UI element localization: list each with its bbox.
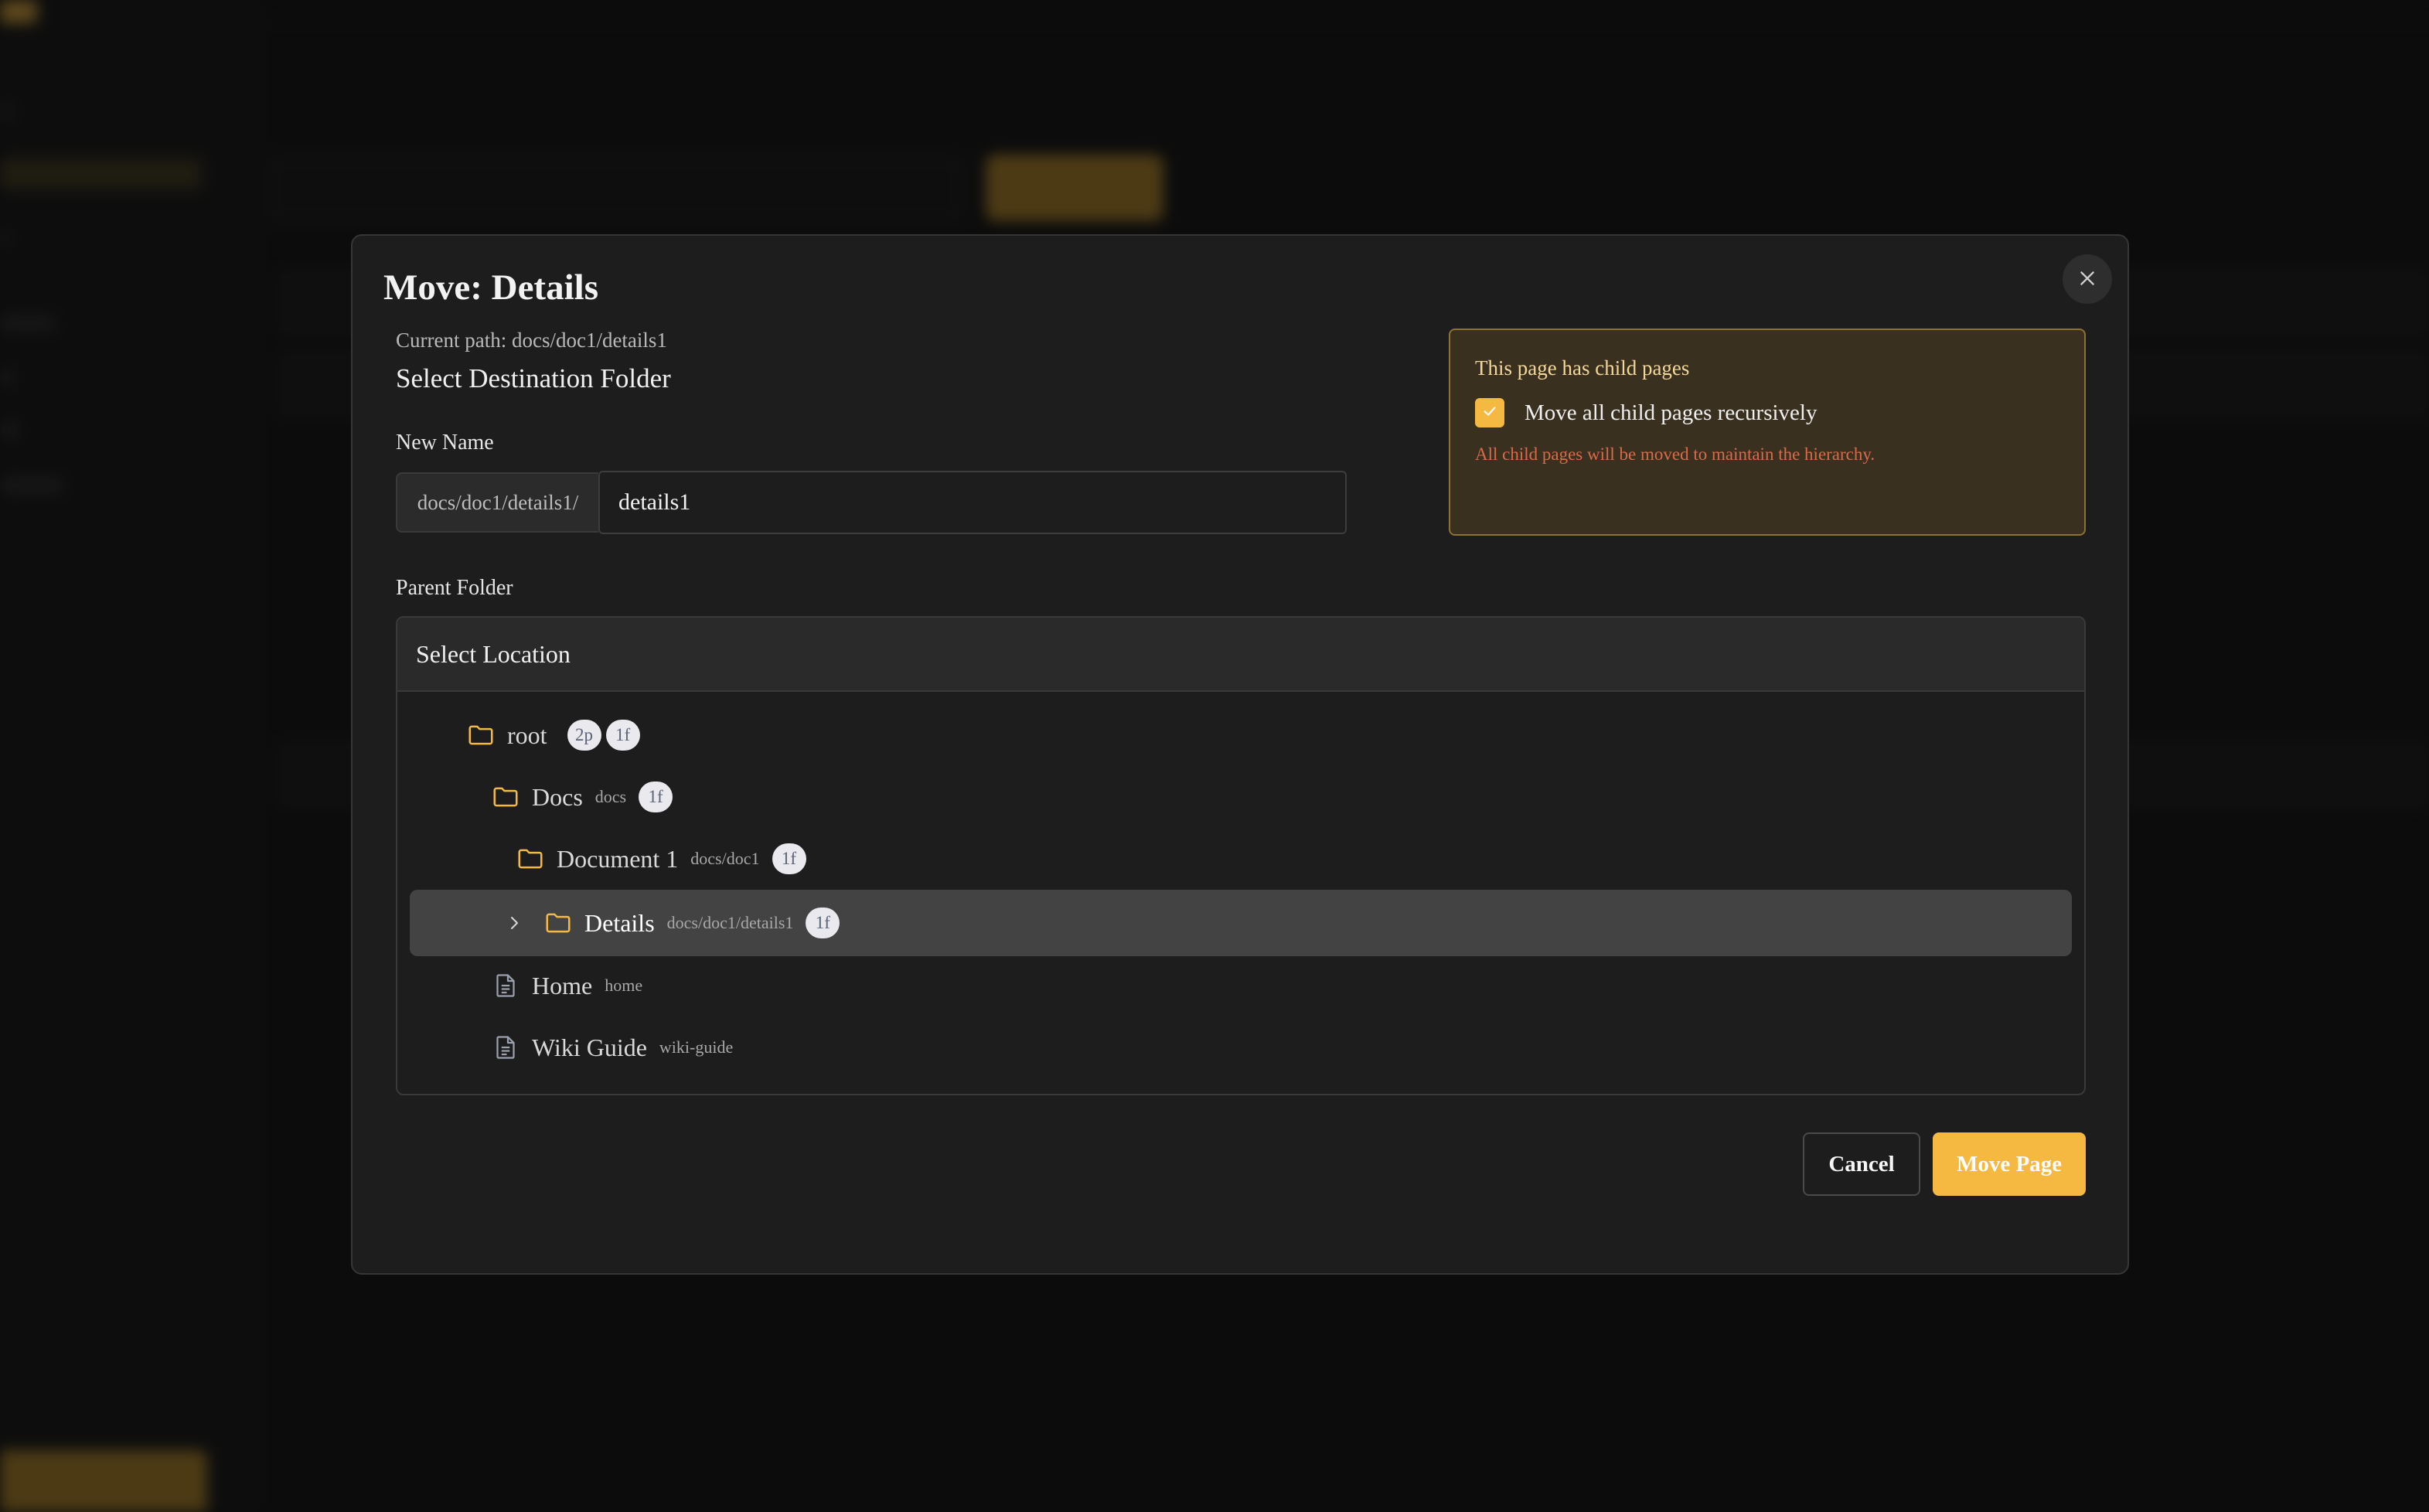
folder-icon	[465, 720, 496, 751]
new-name-field: docs/doc1/details1/	[396, 471, 1347, 534]
child-pages-warning: This page has child pages Move all child…	[1449, 329, 2086, 536]
check-icon	[1481, 403, 1498, 424]
tree-item-path: wiki-guide	[659, 1037, 734, 1057]
move-page-button[interactable]: Move Page	[1933, 1132, 2086, 1196]
tree-item-name: Details	[584, 908, 655, 937]
location-header: Select Location	[397, 618, 2084, 692]
section-title: Select Destination Folder	[396, 363, 671, 393]
tree-item-path: docs	[594, 787, 627, 806]
tree-item-document-1[interactable]: Document 1 docs/doc1 1f	[397, 828, 2084, 890]
folder-count-badge: 1f	[639, 782, 673, 812]
tree-item-name: Home	[532, 971, 593, 999]
folder-icon	[543, 908, 574, 938]
tree-item-root[interactable]: root 2p 1f	[397, 704, 2084, 766]
page-count-badge: 2p	[567, 720, 601, 751]
move-recursive-label: Move all child pages recursively	[1525, 400, 1817, 425]
folder-icon	[515, 843, 546, 874]
tree-item-path: docs/doc1	[690, 849, 760, 868]
cancel-button[interactable]: Cancel	[1803, 1132, 1920, 1196]
folder-count-badge: 1f	[772, 843, 806, 874]
warning-title: This page has child pages	[1475, 356, 1690, 380]
tree-item-path: home	[605, 976, 643, 995]
file-text-icon	[490, 970, 521, 1001]
dialog-title: Move: Details	[383, 267, 598, 308]
folder-count-badge: 1f	[806, 908, 840, 938]
current-path: Current path: docs/doc1/details1	[396, 329, 667, 352]
tree-item-name: Document 1	[557, 844, 679, 873]
tree-item-wiki-guide[interactable]: Wiki Guide wiki-guide	[397, 1017, 2084, 1078]
chevron-right-icon[interactable]	[501, 910, 527, 936]
parent-folder-label: Parent Folder	[396, 576, 513, 600]
move-recursive-checkbox[interactable]	[1475, 398, 1504, 427]
tree-item-name: Wiki Guide	[532, 1033, 647, 1061]
folder-icon	[490, 782, 521, 812]
new-name-input[interactable]	[598, 471, 1347, 534]
name-prefix: docs/doc1/details1/	[396, 472, 598, 533]
warning-note: All child pages will be moved to maintai…	[1475, 444, 1875, 464]
move-page-dialog: Move: Details Current path: docs/doc1/de…	[351, 234, 2129, 1275]
folder-count-badge: 1f	[605, 720, 640, 751]
location-picker: Select Location root 2p 1f Docs docs 1f	[396, 616, 2086, 1095]
close-icon	[2077, 268, 2097, 291]
new-name-label: New Name	[396, 431, 494, 455]
tree-item-path: docs/doc1/details1	[666, 913, 794, 932]
tree-item-home[interactable]: Home home	[397, 955, 2084, 1017]
move-recursive-option[interactable]: Move all child pages recursively	[1475, 398, 1817, 427]
tree-item-docs[interactable]: Docs docs 1f	[397, 766, 2084, 828]
close-button[interactable]	[2063, 254, 2112, 304]
tree-item-name: Docs	[532, 782, 583, 811]
tree-item-details[interactable]: Details docs/doc1/details1 1f	[410, 890, 2072, 956]
tree-item-name: root	[507, 720, 547, 749]
file-text-icon	[490, 1032, 521, 1063]
